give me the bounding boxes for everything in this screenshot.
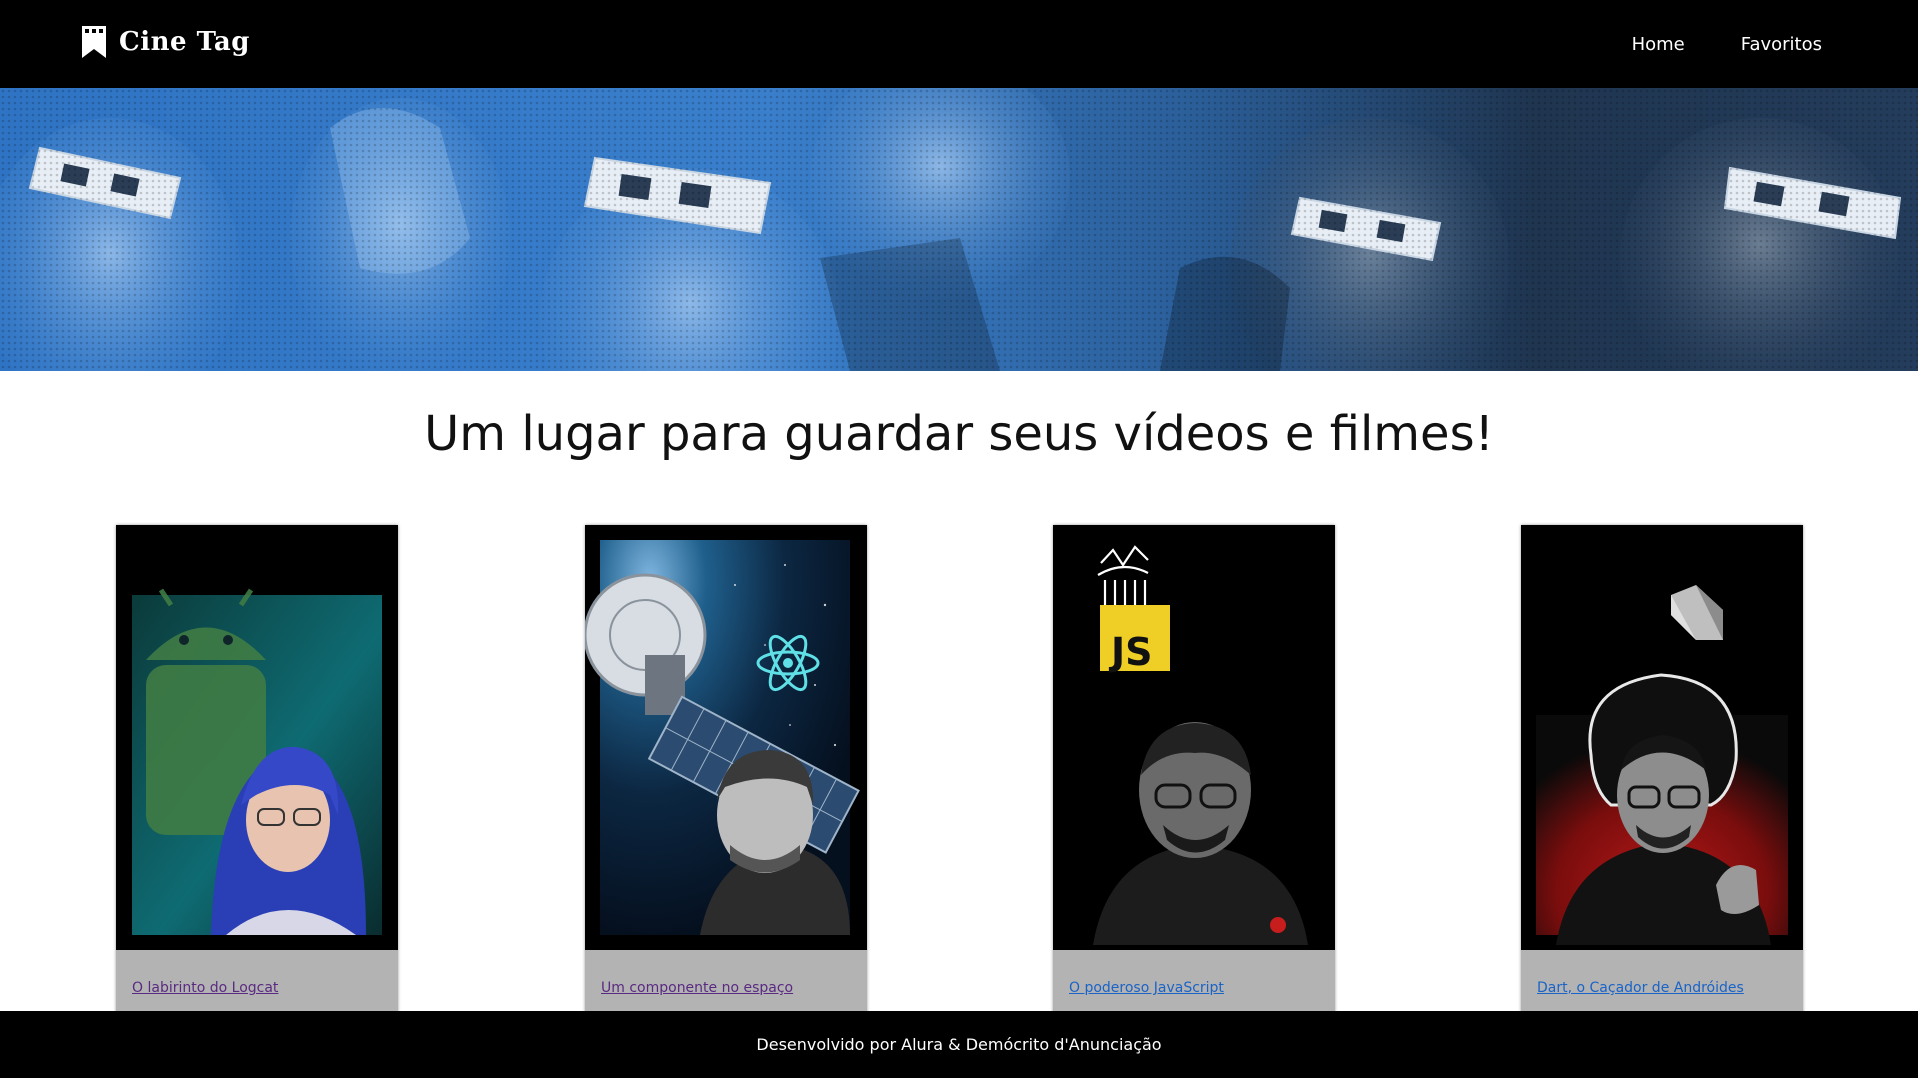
video-card[interactable]: Dart, o Caçador de Andróides: [1521, 525, 1803, 1015]
main-nav: Home Favoritos: [1632, 0, 1822, 88]
card-title-link[interactable]: O labirinto do Logcat: [132, 980, 278, 996]
hero-banner: [0, 88, 1918, 371]
javascript-logo-presenter-thumbnail[interactable]: JS: [1053, 525, 1335, 950]
card-title-link[interactable]: Dart, o Caçador de Andróides: [1537, 980, 1744, 996]
video-card[interactable]: JS O poderoso JavaScript: [1053, 525, 1335, 1015]
logo-link[interactable]: Cine Tag: [81, 24, 250, 60]
nav-favoritos-link[interactable]: Favoritos: [1741, 34, 1822, 55]
page-footer: Desenvolvido por Alura & Demócrito d'Anu…: [0, 1011, 1918, 1078]
bookmark-icon: [82, 26, 106, 58]
audience-photo-image: [0, 88, 1918, 371]
svg-text:JS: JS: [1108, 630, 1153, 674]
top-navbar: Cine Tag Home Favoritos: [0, 0, 1918, 88]
video-card[interactable]: Um componente no espaço: [585, 525, 867, 1015]
nav-home-link[interactable]: Home: [1632, 34, 1685, 55]
footer-credits: Desenvolvido por Alura & Demócrito d'Anu…: [756, 1035, 1162, 1054]
dart-logo-presenter-thumbnail[interactable]: [1521, 525, 1803, 950]
page-title: Um lugar para guardar seus vídeos e film…: [424, 406, 1494, 462]
satellite-react-presenter-thumbnail[interactable]: [585, 525, 867, 950]
video-card[interactable]: O labirinto do Logcat: [116, 525, 398, 1015]
card-title-link[interactable]: O poderoso JavaScript: [1069, 980, 1224, 996]
card-title-link[interactable]: Um componente no espaço: [601, 980, 793, 996]
logo-text: Cine Tag: [119, 27, 250, 57]
android-mascot-presenter-thumbnail[interactable]: [116, 525, 398, 950]
